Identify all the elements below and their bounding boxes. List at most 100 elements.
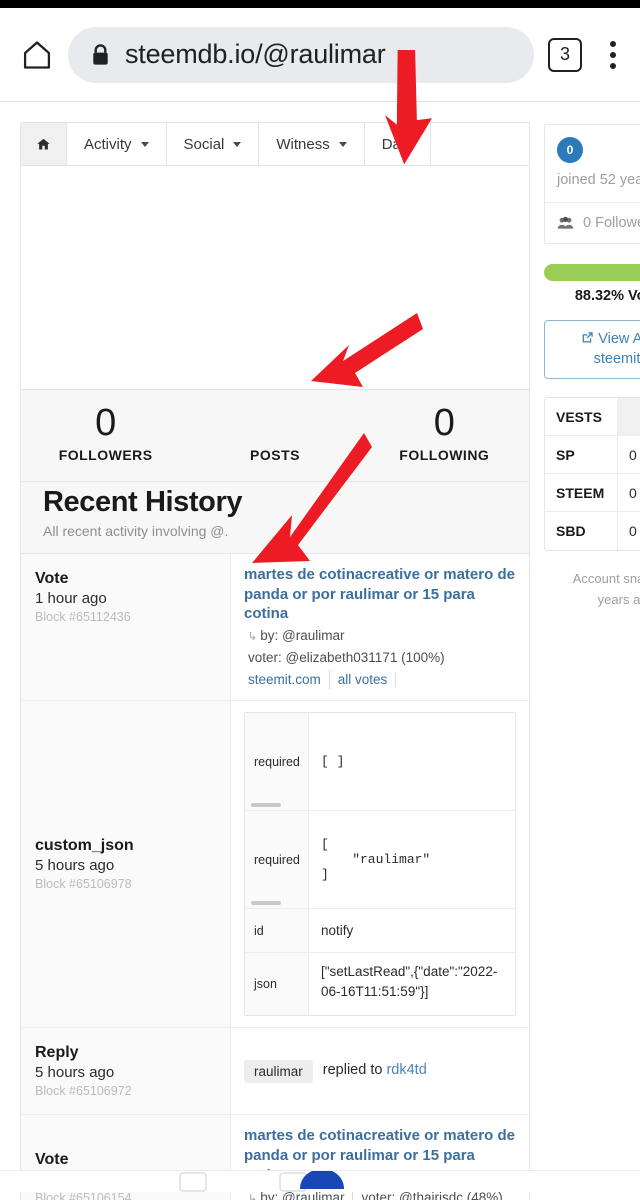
nav-item-social[interactable]: Social — [167, 123, 260, 165]
balances-table: VESTS SP 0 STEEM 0 SBD 0 — [544, 397, 640, 552]
operation-name: Vote — [35, 569, 69, 587]
view-account-button[interactable]: View Acc steemit. — [544, 320, 640, 380]
balance-key: SBD — [556, 523, 586, 540]
table-row: VESTS — [545, 398, 640, 437]
vote-voter-line: voter: @elizabeth031171 (100%) — [244, 648, 516, 668]
balance-key: VESTS — [556, 408, 602, 425]
author-label: by: — [260, 628, 279, 644]
reply-arrow-icon: ↳ — [248, 631, 258, 644]
balance-value: 0 — [617, 512, 640, 551]
operation-time: 5 hours ago — [35, 1064, 115, 1082]
operation-block: Block #65112436 — [35, 609, 131, 624]
kv-row: id notify — [245, 909, 515, 954]
nav-item-home[interactable] — [21, 123, 67, 165]
history-row-detail: raulimar replied to rdk4td — [231, 1028, 529, 1114]
operation-time: 1 hour ago — [35, 589, 107, 607]
actor-pill[interactable]: raulimar — [244, 1059, 313, 1083]
balance-key: STEEM — [556, 484, 605, 501]
nav-item-activity[interactable]: Activity — [67, 123, 167, 165]
snapshot-line1: Account snapsh — [572, 571, 640, 587]
all-votes-link[interactable]: all votes — [328, 669, 396, 690]
nav-item-activity-label: Activity — [84, 135, 132, 153]
stat-posts[interactable]: 0 POSTS — [195, 404, 355, 463]
history-row-detail: martes de cotinacreative or matero de pa… — [231, 554, 529, 700]
kv-key-label: id — [254, 923, 264, 938]
reply-target-link[interactable]: rdk4td — [386, 1062, 426, 1078]
kv-value: [ "raulimar" ] — [321, 837, 431, 883]
reputation-badge: 0 — [557, 137, 583, 163]
steemit-link[interactable]: steemit.com — [244, 670, 329, 690]
table-row[interactable]: Vote 1 hour ago Block #65112436 martes d… — [21, 553, 529, 702]
horizontal-scrollbar[interactable] — [251, 901, 281, 906]
browser-bottom-nav — [0, 1170, 640, 1192]
main-column: Activity Social Witness Data 0 FOLLOWERS… — [20, 122, 530, 1200]
joined-date: joined 52 yea — [557, 172, 640, 188]
stat-followers-label: FOLLOWERS — [58, 446, 153, 463]
home-icon — [37, 138, 50, 149]
custom-json-table: required [ ] required ["raulimar"] id … — [244, 712, 516, 1017]
stat-posts-label: POSTS — [250, 446, 300, 463]
voter-name: @elizabeth031171 (100%) — [285, 650, 445, 666]
kebab-menu-icon[interactable] — [600, 35, 626, 75]
operation-block: Block #65106154 — [35, 1190, 132, 1200]
profile-blank-panel — [20, 166, 530, 390]
kv-key: json — [245, 953, 309, 1016]
operation-block: Block #65106972 — [35, 1084, 132, 1099]
screen: steemdb.io/@raulimar 3 Activity Social W… — [0, 0, 640, 1200]
author-name[interactable]: @raulimar — [282, 628, 344, 643]
table-row[interactable]: custom_json 5 hours ago Block #65106978 … — [21, 701, 529, 1029]
history-row-detail: required [ ] required ["raulimar"] id … — [231, 701, 529, 1027]
home-button[interactable] — [14, 32, 60, 78]
recent-history-subtitle: All recent activity involving @. — [43, 522, 229, 539]
tab-counter-button[interactable]: 3 — [548, 37, 582, 72]
operation-time: 5 hours ago — [35, 857, 115, 875]
vote-author-line: ↳ by: @raulimar — [244, 626, 516, 646]
kv-key-label: required — [254, 852, 300, 867]
history-row-meta: custom_json 5 hours ago Block #65106978 — [21, 701, 231, 1028]
stat-following-label: FOLLOWING — [399, 446, 490, 463]
status-bar — [0, 0, 640, 8]
balance-value: 0 — [617, 436, 640, 474]
table-row[interactable]: Reply 5 hours ago Block #65106972 raulim… — [21, 1028, 529, 1116]
snapshot-line2: years a — [597, 591, 640, 607]
followers-row[interactable]: 0 Followe — [545, 203, 640, 243]
browser-toolbar: steemdb.io/@raulimar 3 — [0, 8, 640, 102]
kv-key[interactable]: required — [245, 811, 309, 909]
kv-key[interactable]: required — [245, 713, 309, 811]
operation-name: custom_json — [35, 837, 134, 855]
history-table: Vote 1 hour ago Block #65112436 martes d… — [20, 552, 530, 1200]
reply-arrow-icon: ↳ — [248, 1192, 258, 1200]
followers-count-label: 0 Followe — [583, 215, 640, 231]
kv-value: notify — [321, 923, 354, 939]
reply-text: replied to rdk4td — [323, 1060, 427, 1082]
horizontal-scrollbar[interactable] — [251, 803, 281, 808]
navbar-spacer — [431, 123, 529, 165]
kv-row: required [ ] — [245, 713, 515, 812]
stat-following[interactable]: 0 FOLLOWING — [364, 403, 524, 463]
meta-divider — [395, 672, 397, 687]
kv-row: required [ "raulimar" ] — [245, 811, 515, 910]
voter-label: voter: — [248, 650, 282, 666]
view-account-line2: steemit. — [593, 350, 640, 367]
content-wrapper: Activity Social Witness Data 0 FOLLOWERS… — [0, 122, 640, 1200]
nav-item-witness[interactable]: Witness — [259, 123, 365, 165]
address-bar[interactable]: steemdb.io/@raulimar — [68, 26, 534, 83]
account-summary-top: 0 joined 52 yea — [545, 125, 640, 203]
chevron-down-icon — [140, 141, 149, 147]
operation-name: Vote — [35, 1150, 69, 1168]
nav-item-social-label: Social — [183, 135, 225, 153]
kv-value: [ ] — [321, 754, 345, 770]
sidebar: 0 joined 52 yea 0 Followe 88.32% V View … — [544, 122, 640, 611]
post-title-link[interactable]: martes de cotinacreative or matero de pa… — [244, 565, 516, 624]
chevron-down-icon — [338, 141, 347, 147]
voting-power-label: 88.32% Votin — [574, 288, 640, 304]
nav-item-data[interactable]: Data — [365, 123, 432, 165]
balance-value — [617, 398, 640, 436]
kv-key-label: json — [254, 977, 277, 992]
stat-followers[interactable]: 0 FOLLOWERS — [26, 403, 186, 463]
account-snapshot-note: Account snapsh years a — [544, 569, 640, 611]
nav-item-data-label: Data — [381, 135, 414, 153]
voting-power-bar — [544, 264, 640, 281]
table-row: SP 0 — [545, 436, 640, 475]
lock-icon — [90, 43, 111, 67]
